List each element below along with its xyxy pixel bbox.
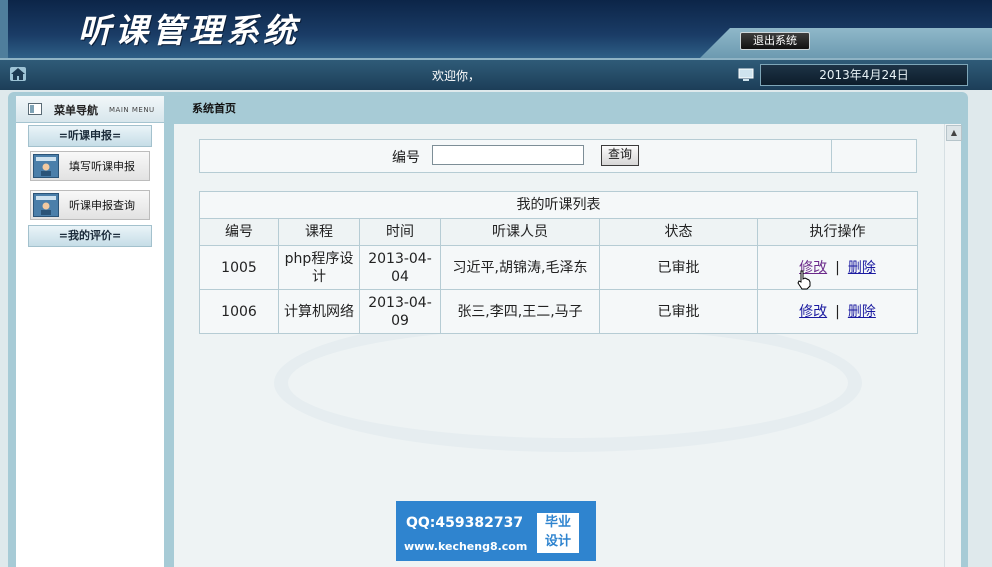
menu-nav-icon xyxy=(28,103,42,115)
id-search-input[interactable] xyxy=(432,145,584,165)
sidebar-item-label: 填写听课申报 xyxy=(69,160,135,173)
promo-url: www.kecheng8.com xyxy=(404,540,528,553)
search-label: 编号 xyxy=(392,150,420,166)
cell-actions: 修改 | 删除 xyxy=(757,245,918,290)
scroll-up-icon[interactable]: ▲ xyxy=(946,125,962,141)
sidebar-title: 菜单导航 xyxy=(54,104,98,117)
column-header-course: 课程 xyxy=(278,218,360,246)
promo-badge-line2: 设计 xyxy=(544,534,571,549)
column-header-id: 编号 xyxy=(199,218,279,246)
table-caption: 我的听课列表 xyxy=(199,191,918,219)
cell-people: 习近平,胡锦涛,毛泽东 xyxy=(440,245,600,290)
sidebar-subtitle: MAIN MENU xyxy=(109,106,155,114)
delete-link[interactable]: 删除 xyxy=(848,304,876,320)
column-header-actions: 执行操作 xyxy=(757,218,918,246)
header-left-band xyxy=(0,0,8,58)
column-header-time: 时间 xyxy=(359,218,441,246)
app-title: 听课管理系统 xyxy=(78,11,300,50)
delete-link[interactable]: 删除 xyxy=(848,260,876,276)
hand-cursor-icon xyxy=(797,270,811,290)
cell-id: 1005 xyxy=(199,245,279,290)
sidebar-section-lecture-apply[interactable]: =听课申报= xyxy=(28,125,152,147)
column-header-people: 听课人员 xyxy=(440,218,600,246)
table-row: 1006 计算机网络 2013-04-09 张三,李四,王二,马子 已审批 修改… xyxy=(199,289,918,334)
search-panel: 编号 查询 xyxy=(199,139,917,173)
logout-button[interactable]: 退出系统 xyxy=(740,32,810,50)
cell-course: php程序设计 xyxy=(278,245,360,290)
current-date: 2013年4月24日 xyxy=(760,64,968,86)
promo-badge: 毕业 设计 xyxy=(537,513,579,553)
monitor-icon xyxy=(738,68,754,81)
cell-id: 1006 xyxy=(199,289,279,334)
column-header-status: 状态 xyxy=(599,218,758,246)
sidebar-item-label: 听课申报查询 xyxy=(69,199,135,212)
cell-actions: 修改 | 删除 xyxy=(757,289,918,334)
home-icon[interactable] xyxy=(10,67,26,81)
sidebar-header: 菜单导航 MAIN MENU xyxy=(16,96,164,123)
user-search-icon xyxy=(33,193,59,217)
cell-time: 2013-04-09 xyxy=(359,289,441,334)
promo-qq: QQ:459382737 xyxy=(406,515,524,531)
sidebar: 菜单导航 MAIN MENU =听课申报= 填写听课申报 听课申报查询 =我的评… xyxy=(16,96,164,567)
op-separator: | xyxy=(835,303,840,320)
sidebar-section-my-evaluation[interactable]: =我的评价= xyxy=(28,225,152,247)
promo-banner: QQ:459382737 www.kecheng8.com 毕业 设计 xyxy=(396,501,596,561)
cell-time: 2013-04-04 xyxy=(359,245,441,290)
op-separator: | xyxy=(835,259,840,276)
background-watermark xyxy=(274,314,862,452)
query-button[interactable]: 查询 xyxy=(601,145,639,166)
vertical-scrollbar[interactable]: ▲ xyxy=(944,124,962,567)
cell-people: 张三,李四,王二,马子 xyxy=(440,289,600,334)
cell-course: 计算机网络 xyxy=(278,289,360,334)
breadcrumb: 系统首页 xyxy=(192,102,236,115)
search-panel-divider xyxy=(831,140,832,172)
sidebar-item-application-query[interactable]: 听课申报查询 xyxy=(30,190,150,220)
header-banner: 听课管理系统 退出系统 xyxy=(0,0,992,58)
table-header-row: 编号 课程 时间 听课人员 状态 执行操作 xyxy=(199,218,918,246)
sidebar-item-fill-application[interactable]: 填写听课申报 xyxy=(30,151,150,181)
lecture-list-table: 我的听课列表 编号 课程 时间 听课人员 状态 执行操作 1005 php程序设… xyxy=(199,191,918,334)
edit-link[interactable]: 修改 xyxy=(799,304,827,320)
cell-status: 已审批 xyxy=(599,289,758,334)
welcome-bar: 欢迎你， 2013年4月24日 xyxy=(0,58,992,90)
welcome-text: 欢迎你， xyxy=(432,69,481,83)
user-form-icon xyxy=(33,154,59,178)
cell-status: 已审批 xyxy=(599,245,758,290)
promo-badge-line1: 毕业 xyxy=(544,515,571,530)
